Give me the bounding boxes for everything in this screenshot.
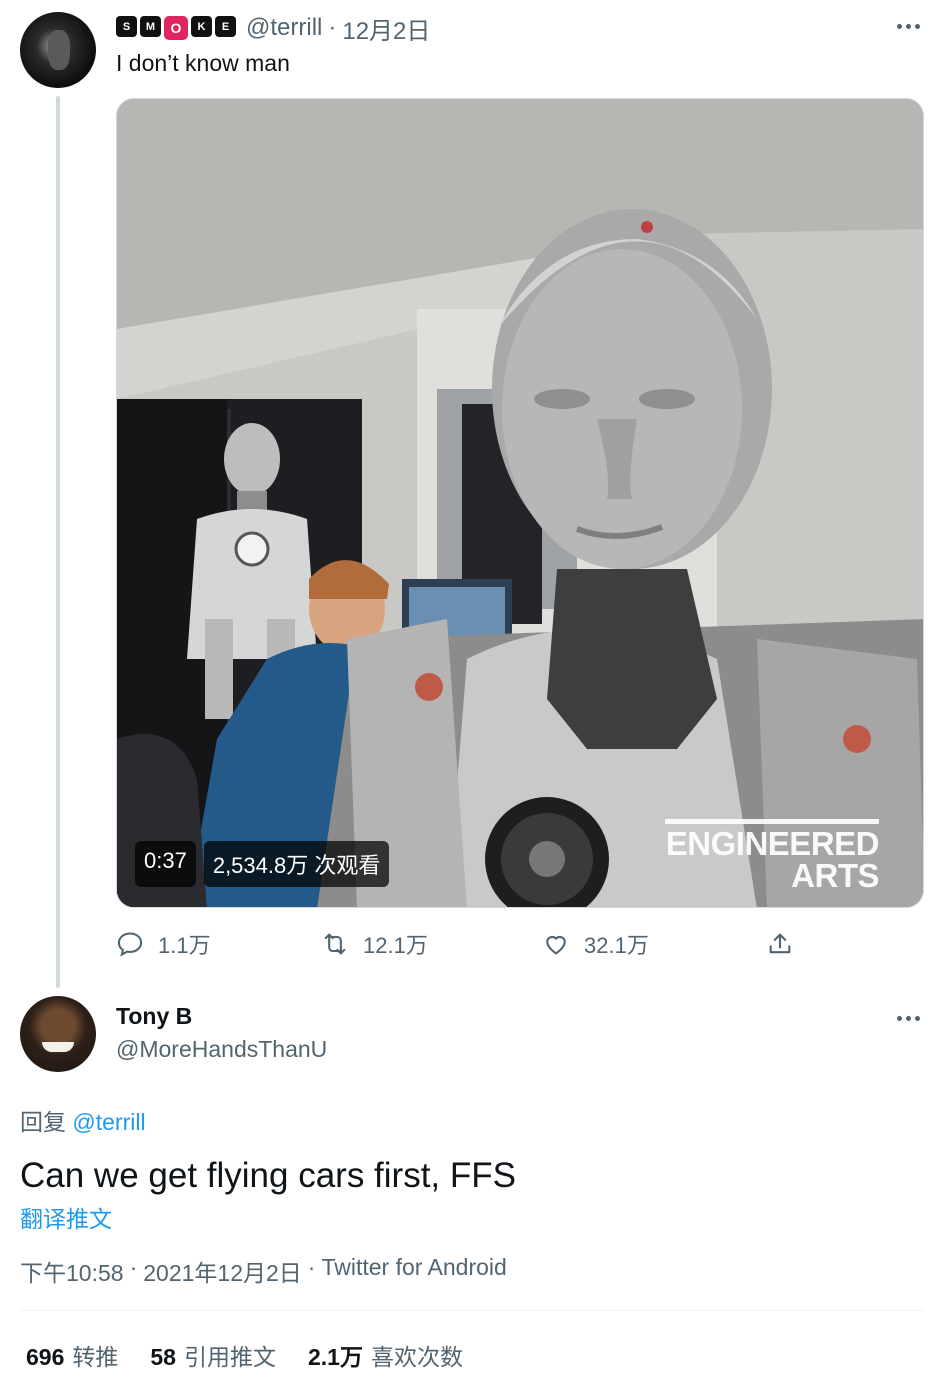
logo-letter: K [191, 16, 212, 37]
retweets-count: 696 [26, 1344, 65, 1370]
video-info-badge: 0:37 2,534.8万 次观看 [135, 841, 390, 887]
retweet-icon [324, 933, 346, 955]
tweet-source[interactable]: Twitter for Android [321, 1254, 506, 1288]
parent-header: S M O K E @terrill · 12月2日 [116, 14, 430, 45]
video-player[interactable]: 0:37 2,534.8万 次观看 ENGINEERED ARTS [116, 98, 924, 908]
smoke-logo[interactable]: S M O K E [116, 16, 236, 40]
logo-letter: S [116, 16, 137, 37]
thread-line [56, 96, 60, 988]
reply-action[interactable]: 1.1万 [116, 926, 211, 962]
logo-letter: M [140, 16, 161, 37]
replying-to-link[interactable]: @terrill [72, 1109, 145, 1135]
meta-separator: · [307, 1254, 316, 1280]
tweet-date[interactable]: 2021年12月2日 [143, 1254, 302, 1288]
reply-more-button[interactable] [888, 1006, 928, 1030]
like-action[interactable]: 32.1万 [542, 926, 649, 962]
tweet-time[interactable]: 下午10:58 [20, 1254, 124, 1288]
translate-link[interactable]: 翻译推文 [20, 1200, 112, 1234]
retweet-action[interactable]: 12.1万 [321, 926, 428, 962]
divider [20, 1310, 924, 1311]
video-views: 2,534.8万 次观看 [203, 841, 390, 887]
parent-more-button[interactable] [888, 14, 928, 38]
heart-icon [546, 935, 566, 955]
watermark-line2: ARTS [791, 857, 879, 894]
logo-letter: E [215, 16, 236, 37]
watermark: ENGINEERED ARTS [665, 819, 880, 894]
logo-letter: O [164, 16, 188, 40]
retweets-label: 转推 [72, 1344, 119, 1370]
parent-handle[interactable]: @terrill [246, 14, 322, 42]
likes-stat[interactable]: 2.1万 喜欢次数 [308, 1338, 463, 1372]
share-icon [769, 933, 791, 954]
parent-tweet-text: I don’t know man [116, 50, 290, 76]
quotes-label: 引用推文 [183, 1344, 276, 1370]
replying-to: 回复 @terrill [20, 1103, 146, 1137]
more-dot-icon [896, 23, 902, 29]
more-dot-icon [914, 1015, 920, 1021]
reply-count: 1.1万 [158, 933, 211, 958]
share-action[interactable] [766, 926, 794, 962]
meta-separator: · [129, 1254, 138, 1280]
retweet-count: 12.1万 [363, 933, 428, 958]
reply-tweet-text: Can we get flying cars first, FFS [20, 1156, 516, 1195]
retweets-stat[interactable]: 696 转推 [26, 1338, 118, 1372]
reply-avatar[interactable] [20, 996, 96, 1072]
engagement-stats: 696 转推 58 引用推文 2.1万 喜欢次数 [26, 1338, 463, 1372]
reply-icon [117, 932, 143, 957]
tweet-meta: 下午10:58 · 2021年12月2日 · Twitter for Andro… [20, 1254, 507, 1288]
header-separator: · [328, 14, 337, 41]
parent-avatar[interactable] [20, 12, 96, 88]
quotes-stat[interactable]: 58 引用推文 [150, 1338, 276, 1372]
like-count: 32.1万 [584, 933, 649, 958]
parent-date[interactable]: 12月2日 [342, 11, 430, 46]
watermark-rule [665, 819, 879, 824]
more-dot-icon [905, 23, 911, 29]
tweet-actions: 1.1万 12.1万 32.1万 [116, 926, 816, 962]
likes-count: 2.1万 [307, 1344, 363, 1370]
quotes-count: 58 [150, 1344, 176, 1370]
more-dot-icon [896, 1015, 902, 1021]
more-dot-icon [905, 1015, 911, 1021]
video-frame [117, 99, 923, 907]
replying-label: 回复 [20, 1109, 66, 1135]
video-duration: 0:37 [135, 841, 196, 887]
more-dot-icon [914, 23, 920, 29]
reply-author-handle[interactable]: @MoreHandsThanU [116, 1036, 327, 1063]
reply-author-name[interactable]: Tony B [116, 1003, 192, 1030]
likes-label: 喜欢次数 [370, 1344, 463, 1370]
